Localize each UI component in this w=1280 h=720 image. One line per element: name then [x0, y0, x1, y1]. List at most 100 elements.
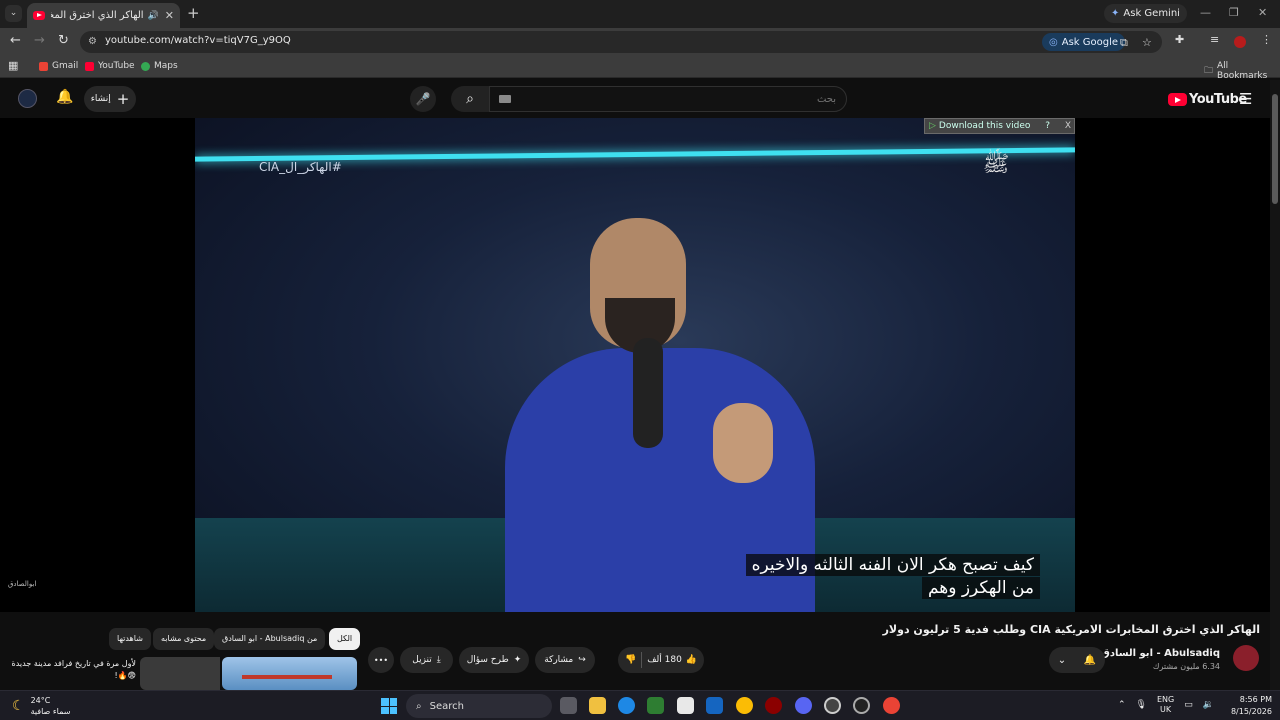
- nvidia-icon[interactable]: [647, 697, 664, 714]
- video-frame[interactable]: #الهاكر_ال_CIA ﷺ: [195, 118, 1075, 612]
- bookmark-maps[interactable]: Maps: [141, 61, 178, 71]
- weather-widget[interactable]: ☾ 24°C سماء صافية: [12, 695, 70, 717]
- app-icon[interactable]: [853, 697, 870, 714]
- download-button[interactable]: ⤓ تنزيل: [400, 647, 453, 673]
- new-tab-button[interactable]: +: [187, 5, 200, 21]
- chrome-alt-icon[interactable]: [883, 697, 900, 714]
- video-hashtag: #الهاكر_ال_CIA: [259, 160, 342, 174]
- channel-avatar[interactable]: [1233, 645, 1259, 671]
- close-download-bar-button[interactable]: X: [1065, 121, 1071, 131]
- gmail-icon: [39, 61, 48, 71]
- chip-from-channel[interactable]: من Abulsadiq - ابو السادق: [214, 628, 326, 650]
- speaker-person: [495, 208, 815, 612]
- share-button[interactable]: ↪ مشاركة: [535, 647, 595, 673]
- chip-watched[interactable]: شاهدتها: [109, 628, 151, 650]
- voice-search-mic-icon[interactable]: 🎤: [410, 86, 436, 112]
- app-icon[interactable]: [765, 697, 782, 714]
- display-icon[interactable]: ▭: [1184, 700, 1193, 710]
- minimize-button[interactable]: —: [1200, 6, 1211, 19]
- download-video-label[interactable]: Download this video: [939, 121, 1030, 131]
- extensions-icon[interactable]: ✚: [1175, 33, 1184, 46]
- media-control-icon[interactable]: ≡: [1210, 33, 1219, 46]
- taskbar-search[interactable]: ⌕ Search: [406, 694, 552, 718]
- ask-google-button[interactable]: ◎ Ask Google: [1042, 33, 1126, 51]
- apps-grid-icon[interactable]: ▦: [8, 59, 18, 72]
- mail-icon[interactable]: [706, 697, 723, 714]
- language-indicator[interactable]: ENG UK: [1157, 695, 1174, 715]
- ask-gemini-button[interactable]: ✦ Ask Gemini: [1104, 4, 1187, 23]
- channel-name[interactable]: Abulsadiq - ابو السادق ✔: [1091, 648, 1220, 659]
- close-tab-icon[interactable]: ✕: [165, 9, 174, 22]
- close-window-button[interactable]: ✕: [1258, 6, 1267, 19]
- youtube-logo[interactable]: YouTube: [1168, 92, 1247, 107]
- plus-icon: +: [116, 90, 130, 108]
- keyboard-icon[interactable]: [499, 95, 511, 103]
- clock-time: 8:56 PM: [1239, 695, 1272, 704]
- volume-icon[interactable]: 🔉: [1203, 700, 1214, 710]
- create-button[interactable]: إنشاء +: [84, 86, 136, 112]
- install-app-icon[interactable]: ⧉: [1120, 36, 1128, 50]
- forward-arrow-icon[interactable]: →: [34, 34, 45, 48]
- bookmark-star-icon[interactable]: ☆: [1142, 36, 1152, 49]
- url-text[interactable]: youtube.com/watch?v=tiqV7G_y9OQ: [105, 35, 291, 46]
- microphone: [633, 338, 663, 448]
- more-actions-button[interactable]: •••: [368, 647, 394, 673]
- clock[interactable]: 8:56 PM 8/15/2026: [1226, 694, 1272, 718]
- all-bookmarks-label: All Bookmarks: [1217, 61, 1268, 81]
- video-player[interactable]: #الهاكر_ال_CIA ﷺ كيف تصبح هكر الان الفنه…: [0, 118, 1270, 612]
- search-icon: ⌕: [416, 700, 422, 712]
- sparkle-icon: ✦: [513, 655, 522, 665]
- search-box[interactable]: [489, 86, 847, 112]
- store-icon[interactable]: [677, 697, 694, 714]
- like-button[interactable]: 👍 180 ألف: [647, 655, 697, 665]
- chrome-icon[interactable]: [736, 697, 753, 714]
- watch-metadata: الهاكر الذي اخترق المخابرات الامريكية CI…: [0, 612, 1270, 690]
- search-button[interactable]: ⌕: [451, 86, 489, 112]
- thumbs-down-icon: 👎: [624, 655, 637, 665]
- guide-menu-icon[interactable]: ☰: [1239, 90, 1252, 108]
- tab-search-button[interactable]: ⌄: [5, 5, 22, 22]
- account-avatar[interactable]: [18, 89, 37, 108]
- speaker-icon[interactable]: 🔊: [148, 11, 159, 21]
- edge-icon[interactable]: [618, 697, 635, 714]
- browser-tab[interactable]: الهاكر الذي اخترق المخابرات ال 🔊 ✕: [27, 3, 180, 28]
- download-video-bar[interactable]: ▷ Download this video ? X: [924, 118, 1075, 134]
- bookmark-gmail[interactable]: Gmail: [39, 61, 78, 71]
- chip-all[interactable]: الكل: [329, 628, 361, 650]
- steam-icon[interactable]: [824, 697, 841, 714]
- help-button[interactable]: ?: [1045, 121, 1050, 131]
- reload-icon[interactable]: ↻: [58, 34, 69, 48]
- chrome-menu-icon[interactable]: ⋮: [1261, 33, 1272, 46]
- folder-icon: 🗀: [1204, 66, 1214, 76]
- back-arrow-icon[interactable]: ←: [10, 34, 21, 48]
- dislike-button[interactable]: 👎: [625, 655, 636, 665]
- all-bookmarks[interactable]: 🗀 All Bookmarks: [1204, 61, 1280, 81]
- play-triangle-icon: ▷: [929, 121, 936, 131]
- profile-avatar-icon[interactable]: [1234, 36, 1246, 48]
- search-input[interactable]: [490, 87, 846, 111]
- microphone-icon[interactable]: 🎙: [1136, 700, 1147, 710]
- chevron-up-icon[interactable]: ⌃: [1118, 700, 1126, 710]
- notifications-bell-icon[interactable]: 🔔: [56, 89, 73, 105]
- recommended-video-title[interactable]: لأول مرة في تاريخ فرافد مدينة جديدة 😨🔥!: [10, 658, 136, 682]
- maps-pin-icon: [141, 61, 150, 71]
- discord-icon[interactable]: [795, 697, 812, 714]
- recommended-thumbnail[interactable]: [222, 657, 357, 690]
- more-dots-icon: •••: [373, 655, 389, 665]
- ask-button[interactable]: ✦ طرح سؤال: [459, 647, 529, 673]
- scrollbar-thumb[interactable]: [1272, 94, 1278, 204]
- windows-start-icon[interactable]: [381, 698, 397, 714]
- file-explorer-icon[interactable]: [589, 697, 606, 714]
- page-scrollbar[interactable]: [1270, 80, 1280, 690]
- bookmark-label: Maps: [154, 61, 178, 71]
- chip-related[interactable]: محتوى مشابه: [153, 628, 215, 650]
- recommended-thumbnail-secondary[interactable]: [140, 657, 220, 690]
- subscribed-button[interactable]: ⌄ 🔔: [1049, 647, 1105, 673]
- address-bar[interactable]: ⚙ youtube.com/watch?v=tiqV7G_y9OQ ◎ Ask …: [80, 31, 1162, 53]
- task-view-icon[interactable]: [560, 697, 577, 714]
- video-title: الهاكر الذي اخترق المخابرات الامريكية CI…: [882, 623, 1260, 636]
- restore-button[interactable]: ❐: [1229, 6, 1239, 19]
- bookmark-youtube[interactable]: YouTube: [85, 61, 135, 71]
- corner-watermark: ابوالصادق: [8, 580, 37, 588]
- site-info-icon[interactable]: ⚙: [88, 36, 97, 47]
